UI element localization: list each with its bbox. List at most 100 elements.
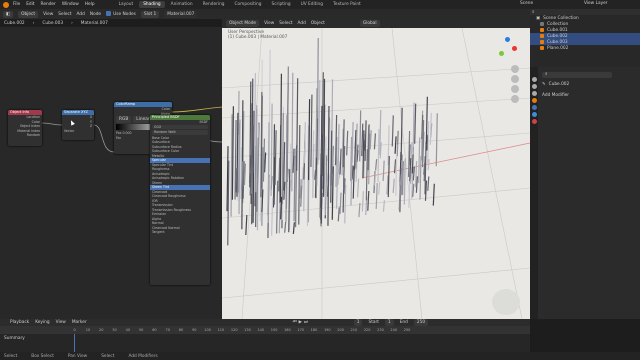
menu-view[interactable]: View xyxy=(56,320,66,325)
subsurface-method-selector[interactable]: Random Walk xyxy=(152,130,208,135)
current-frame-field[interactable]: 1 xyxy=(353,319,363,326)
ruler-tick: 40 xyxy=(125,328,131,332)
mesh-bar xyxy=(353,139,357,170)
mesh-bar xyxy=(415,176,418,193)
mesh-bar xyxy=(435,113,438,167)
navigation-gizmo[interactable] xyxy=(496,37,518,59)
mesh-bar xyxy=(284,221,287,233)
menu-view[interactable]: View xyxy=(43,12,53,17)
breadcrumb-item: Material.007 xyxy=(80,20,108,26)
socket-label: BSDF xyxy=(199,120,208,124)
ruler-tick: 170 xyxy=(297,328,305,332)
properties-tabs xyxy=(530,67,538,319)
menu-keying[interactable]: Keying xyxy=(35,320,49,325)
mesh-bar xyxy=(337,207,340,222)
physics-tab-icon[interactable] xyxy=(531,112,537,117)
x-axis-icon[interactable] xyxy=(512,46,517,51)
ruler-tick: 160 xyxy=(284,328,291,332)
wrench-icon: ✎ xyxy=(542,82,546,87)
mesh-bar xyxy=(418,137,421,183)
outliner-item-label: Collection xyxy=(547,21,569,27)
menu-marker[interactable]: Marker xyxy=(72,320,87,325)
object-type-selector[interactable]: Object xyxy=(18,10,39,18)
render-tab-icon[interactable] xyxy=(531,84,537,89)
mesh-bar xyxy=(303,122,306,164)
modifier-tab-icon[interactable] xyxy=(531,105,537,110)
menu-select[interactable]: Select xyxy=(279,21,292,26)
menu-playback[interactable]: Playback xyxy=(10,320,29,325)
use-nodes-checkbox[interactable]: Use Nodes xyxy=(106,11,136,17)
material-selector[interactable]: Material.007 xyxy=(164,10,198,18)
tab-texture-paint[interactable]: Texture Paint xyxy=(329,1,365,8)
grid-icon[interactable] xyxy=(511,95,519,103)
view-layer-selector[interactable]: View Layer xyxy=(584,1,608,6)
menu-help[interactable]: Help xyxy=(85,2,95,7)
end-frame-field[interactable]: 250 xyxy=(413,319,429,326)
navigate-button[interactable] xyxy=(492,289,520,315)
start-frame-field[interactable]: 1 xyxy=(384,319,394,326)
menu-render[interactable]: Render xyxy=(41,2,56,7)
outliner-scene-collection-label: Scene Collection xyxy=(543,15,579,21)
socket-label[interactable]: Tangent xyxy=(150,230,210,235)
mesh-bar xyxy=(356,178,360,198)
object-mode-selector[interactable]: Object Mode xyxy=(226,20,260,27)
jump-start-icon[interactable]: ⏮ xyxy=(293,320,297,325)
ramp-color-mode[interactable]: RGB xyxy=(116,116,132,123)
tab-uv-editing[interactable]: UV Editing xyxy=(297,1,327,8)
timeline-ruler[interactable]: 0 10 20 30 40 50 60 70 80 90 100 110 120 130 140 150 160… xyxy=(0,326,530,334)
ruler-tick: 120 xyxy=(230,328,238,332)
z-axis-icon[interactable] xyxy=(505,37,510,42)
outliner-item[interactable]: Plane.002 xyxy=(530,45,640,51)
menu-view[interactable]: View xyxy=(264,21,274,26)
blender-logo-icon[interactable] xyxy=(3,1,9,8)
menu-add[interactable]: Add xyxy=(77,12,85,17)
slot-selector[interactable]: Slot 1 xyxy=(140,10,160,18)
tab-layout[interactable]: Layout xyxy=(115,1,138,8)
3d-viewport[interactable]: Object Mode View Select Add Object Globa… xyxy=(222,19,530,319)
object-tab-icon[interactable] xyxy=(531,98,537,103)
tab-animation[interactable]: Animation xyxy=(167,1,197,8)
zoom-icon[interactable] xyxy=(511,65,519,73)
node-separate-xyz[interactable]: Separate XYZ X Y Z Vector xyxy=(62,110,94,140)
tool-tab-icon[interactable] xyxy=(531,77,537,82)
scene-selector[interactable]: Scene xyxy=(520,1,533,6)
menu-add[interactable]: Add xyxy=(298,21,306,26)
y-axis-icon[interactable] xyxy=(499,51,504,56)
node-object-info[interactable]: Object Info Location Color Object Index … xyxy=(8,110,42,146)
mesh-bar xyxy=(262,138,266,182)
mesh-bar xyxy=(382,160,385,182)
output-tab-icon[interactable] xyxy=(531,91,537,96)
mesh-bar xyxy=(339,192,342,215)
menu-edit[interactable]: Edit xyxy=(26,2,34,7)
menu-object[interactable]: Object xyxy=(311,21,325,26)
tab-scripting[interactable]: Scripting xyxy=(267,1,294,8)
jump-end-icon[interactable]: ⏭ xyxy=(304,320,308,325)
playhead[interactable] xyxy=(74,334,75,352)
add-modifier-button[interactable]: Add Modifier xyxy=(542,93,569,98)
mesh-bar xyxy=(358,202,361,218)
pan-icon[interactable] xyxy=(511,75,519,83)
properties-search-input[interactable]: ⌕ xyxy=(542,72,612,78)
menu-select[interactable]: Select xyxy=(58,12,71,17)
mesh-bar xyxy=(263,152,267,173)
tab-rendering[interactable]: Rendering xyxy=(199,1,229,8)
menu-window[interactable]: Window xyxy=(62,2,79,7)
node-principled-bsdf[interactable]: Principled BSDF BSDF GGX Random Walk Bas… xyxy=(150,115,210,285)
menu-node[interactable]: Node xyxy=(90,12,101,17)
transform-orientation-selector[interactable]: Global xyxy=(359,20,380,27)
tab-compositing[interactable]: Compositing xyxy=(231,1,266,8)
material-tab-icon[interactable] xyxy=(531,119,537,124)
search-icon[interactable]: ⌕ xyxy=(532,10,534,15)
chevron-right-icon: › xyxy=(71,20,73,26)
menu-file[interactable]: File xyxy=(13,2,20,7)
mesh-bar xyxy=(382,200,386,212)
summary-channel[interactable]: Summary xyxy=(4,336,25,341)
tab-shading[interactable]: Shading xyxy=(139,1,165,8)
camera-icon[interactable] xyxy=(511,85,519,93)
node-editor-canvas[interactable]: Object Info Location Color Object Index … xyxy=(0,27,222,319)
distribution-selector[interactable]: GGX xyxy=(152,124,208,129)
play-icon[interactable]: ▶ xyxy=(299,320,302,325)
ruler-tick: 220 xyxy=(363,328,371,332)
editor-type-button[interactable]: ◧ xyxy=(3,10,14,18)
mesh-bar xyxy=(396,130,399,157)
